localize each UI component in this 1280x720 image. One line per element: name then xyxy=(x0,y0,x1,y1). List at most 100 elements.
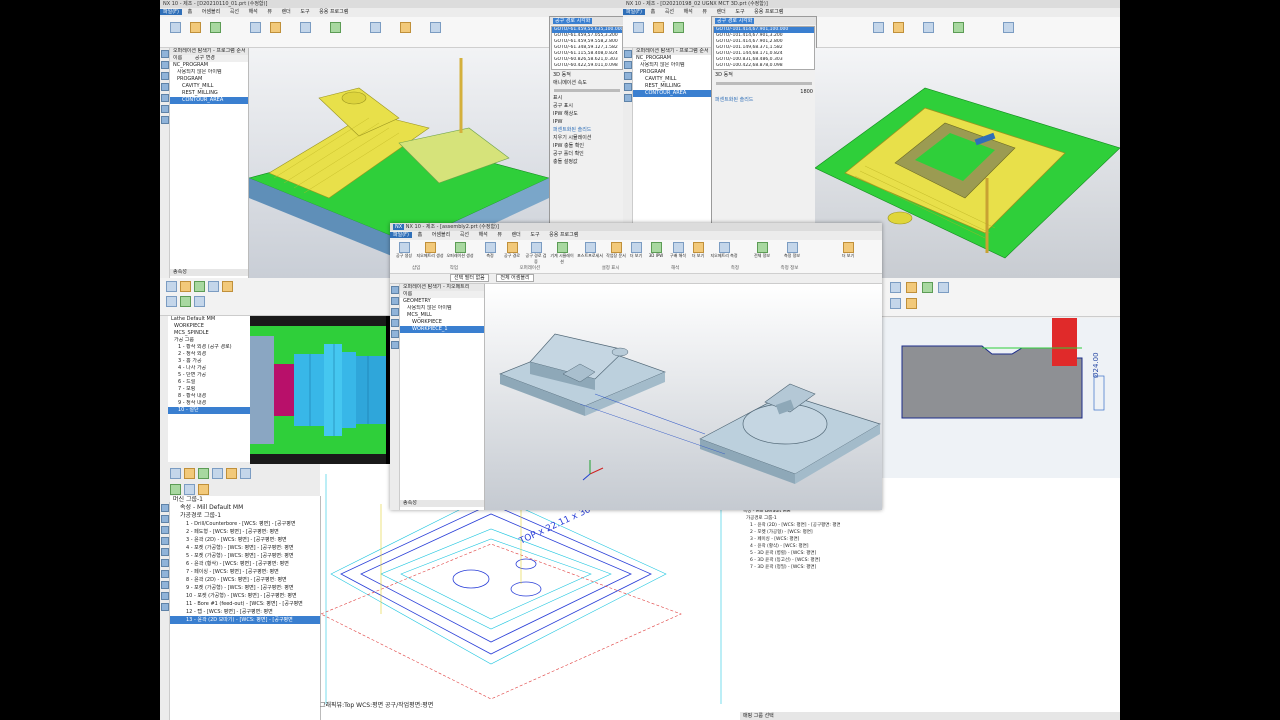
nav-icon[interactable] xyxy=(161,50,169,58)
tool-icon[interactable] xyxy=(198,468,209,479)
tree-item[interactable]: 8 - 황삭 내경 xyxy=(168,393,250,400)
tool-icon[interactable] xyxy=(906,298,917,309)
ribbon-button-create-geometry[interactable]: 지오메트리 생성 xyxy=(416,242,444,259)
goto-line[interactable]: GOTO/-100.422,68.878,0.098 xyxy=(714,63,814,69)
more-icon[interactable] xyxy=(430,22,441,33)
tree-item[interactable]: CAVITY_MILL xyxy=(170,83,248,90)
menu-assembly[interactable]: 어셈블리 xyxy=(432,232,450,238)
tool-icon[interactable] xyxy=(890,282,901,293)
ribbon-button-more-2[interactable]: 더 보기 xyxy=(690,242,706,259)
menu-applications[interactable]: 응용 프로그램 xyxy=(754,9,783,15)
menu-analysis[interactable]: 해석 xyxy=(249,9,258,15)
ribbon-button-draft-analysis[interactable]: 구배 해석 xyxy=(668,242,688,259)
tree-item[interactable]: 8 - 윤곽 (2D) - [WCS: 평면] - [공구평면: 평면 xyxy=(170,576,320,584)
menu-view[interactable]: 뷰 xyxy=(267,9,272,15)
menu-applications[interactable]: 응용 프로그램 xyxy=(319,9,348,15)
tool-icon[interactable] xyxy=(170,468,181,479)
tree-item[interactable]: 7 - 페이싱 - [WCS: 평면] - [공구평면: 평면 xyxy=(170,568,320,576)
ribbon-button-toolpath[interactable]: 공구 경로 xyxy=(502,242,522,259)
menu-home[interactable]: 홈 xyxy=(188,9,193,15)
tool-icon[interactable] xyxy=(184,468,195,479)
tree-item[interactable]: 7 - 보링 xyxy=(168,386,250,393)
ipw-mode[interactable]: 퍼센트화된 솔리드 xyxy=(550,126,623,134)
tree-item[interactable]: NC_PROGRAM xyxy=(633,55,711,62)
shop-doc-icon[interactable] xyxy=(330,22,341,33)
tree-item[interactable]: 1 - 황삭 외경 (공구 경로) xyxy=(168,344,250,351)
menu-render[interactable]: 렌더 xyxy=(512,232,521,238)
tool-icon[interactable] xyxy=(166,296,177,307)
menu-render[interactable]: 렌더 xyxy=(717,9,726,15)
tree-item[interactable]: 2 - 페도형 - [WCS: 평면] - [공구평면: 평면 xyxy=(170,528,320,536)
tree-item[interactable]: MCS_SPINDLE xyxy=(168,330,250,337)
menu-file[interactable]: 파일(F) xyxy=(160,9,182,15)
more-icon[interactable] xyxy=(1003,22,1014,33)
menu-curve[interactable]: 곡선 xyxy=(665,9,674,15)
goto-line[interactable]: GOTO/-60.422,59.011,0.098 xyxy=(552,63,622,69)
tree-item[interactable]: 6 - 드릴 xyxy=(168,379,250,386)
menu-curve[interactable]: 곡선 xyxy=(230,9,239,15)
tool-icon[interactable] xyxy=(208,281,219,292)
tree-item[interactable]: REST_MILLING xyxy=(633,83,711,90)
dependencies-label[interactable]: 종속성 xyxy=(400,500,484,507)
tool-icon[interactable] xyxy=(906,282,917,293)
generate-toolpath-icon[interactable] xyxy=(250,22,261,33)
tool-icon[interactable] xyxy=(161,548,169,556)
create-operation-icon[interactable] xyxy=(210,22,221,33)
tree-item[interactable]: 4 - 윤곽 (황삭) - [WCS: 평면] xyxy=(740,543,840,550)
tool-icon[interactable] xyxy=(391,308,399,316)
tree-item[interactable]: PROGRAM xyxy=(633,69,711,76)
create-tool-icon[interactable] xyxy=(633,22,644,33)
speed-slider[interactable] xyxy=(554,89,620,92)
tool-icon[interactable] xyxy=(166,281,177,292)
tree-item[interactable]: 가공경로 그룹-1 xyxy=(170,512,320,520)
ipw-collision-check[interactable]: IPW 충돌 확인 xyxy=(550,142,623,150)
viewport-3d[interactable] xyxy=(485,284,882,510)
menu-view[interactable]: 뷰 xyxy=(702,9,707,15)
tree-item[interactable]: Lathe Default MM xyxy=(168,316,250,323)
menu-tools[interactable]: 도구 xyxy=(735,9,744,15)
ipw-icon[interactable] xyxy=(893,22,904,33)
tree-item-selected[interactable]: 13 - 윤곽 (2D 모따기) - [WCS: 평면] - [공구평면 xyxy=(170,616,320,624)
create-geometry-icon[interactable] xyxy=(653,22,664,33)
menu-render[interactable]: 렌더 xyxy=(282,9,291,15)
tree-item[interactable]: CAVITY_MILL xyxy=(633,76,711,83)
create-tool-icon[interactable] xyxy=(170,22,181,33)
tree-item[interactable]: 4 - 포켓 (가공형) - [WCS: 평면] - [공구평면: 평면 xyxy=(170,544,320,552)
ipw-icon[interactable] xyxy=(400,22,411,33)
machine-icon[interactable] xyxy=(161,61,169,69)
ribbon-button-full-info[interactable]: 전체 정보 xyxy=(750,242,774,259)
holder-check[interactable]: 공구 홀더 확인 xyxy=(550,150,623,158)
tree-item-selected[interactable]: WORKPIECE_1 xyxy=(400,326,484,333)
ribbon-button-postprocess[interactable]: 포스트프로세서 xyxy=(576,242,604,259)
tree-item-selected[interactable]: 10 - 절단 xyxy=(168,407,250,414)
tree-item[interactable]: 6 - 윤곽 (황삭) - [WCS: 평면] - [공구평면: 평면 xyxy=(170,560,320,568)
ribbon-button-create-tool[interactable]: 공구 생성 xyxy=(394,242,414,259)
tool-icon[interactable] xyxy=(161,559,169,567)
shop-doc-icon[interactable] xyxy=(953,22,964,33)
menu-tools[interactable]: 도구 xyxy=(300,9,309,15)
tool-icon[interactable] xyxy=(240,468,251,479)
profile-viewport[interactable]: Ø24.00 xyxy=(882,318,1120,478)
tree-item[interactable]: 3 - 홈 가공 xyxy=(168,358,250,365)
tool-icon[interactable] xyxy=(198,484,209,495)
measure-icon[interactable] xyxy=(923,22,934,33)
menu-home[interactable]: 홈 xyxy=(651,9,656,15)
ribbon-button-measure-info[interactable]: 측정 정보 xyxy=(780,242,804,259)
tool-icon[interactable] xyxy=(161,537,169,545)
nav-icon[interactable] xyxy=(391,286,399,294)
geometry-icon[interactable] xyxy=(391,319,399,327)
tree-item-selected[interactable]: CONTOUR_AREA xyxy=(633,90,711,97)
clear-sim-label[interactable]: 지우기 시뮬레이션 xyxy=(550,134,623,142)
tool-icon[interactable] xyxy=(161,526,169,534)
dialog-tab[interactable]: 3D 동적 xyxy=(712,71,816,79)
postprocess-icon[interactable] xyxy=(300,22,311,33)
method-icon[interactable] xyxy=(624,94,632,102)
tool-icon[interactable] xyxy=(624,72,632,80)
tree-item[interactable]: 속성 - Mill Default MM xyxy=(170,504,320,512)
ribbon-button-measure[interactable]: 측정 xyxy=(482,242,498,259)
tree-item[interactable]: 5 - 포켓 (가공형) - [WCS: 평면] - [공구평면: 평면 xyxy=(170,552,320,560)
tree-item[interactable]: 3 - 윤곽 (2D) - [WCS: 평면] - [공구평면: 평면 xyxy=(170,536,320,544)
tool-icon[interactable] xyxy=(161,504,169,512)
method-icon[interactable] xyxy=(391,330,399,338)
tree-item[interactable]: REST_MILLING xyxy=(170,90,248,97)
